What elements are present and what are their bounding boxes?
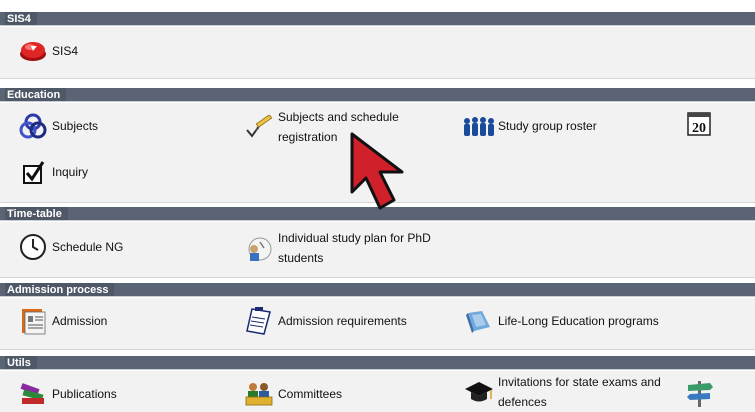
item-subjects[interactable]: Subjects [16, 111, 98, 141]
item-invitations-state-exams[interactable]: Invitations for state exams and defences [462, 372, 678, 412]
item-admission-requirements[interactable]: Admission requirements [242, 306, 407, 336]
clock-icon [16, 232, 50, 262]
item-signpost[interactable] [682, 377, 716, 407]
item-sis4[interactable]: SIS4 [16, 36, 78, 66]
calendar-icon: 20 [682, 109, 716, 139]
item-inquiry[interactable]: Inquiry [16, 157, 88, 187]
item-label: Subjects [52, 119, 99, 133]
clipboard-icon [242, 306, 276, 336]
graduation-cap-icon [462, 378, 496, 408]
section-body-time-table: Schedule NG Individual study plan for Ph… [0, 222, 755, 278]
section-body-utils: Publications Committees Invitations for … [0, 371, 755, 412]
study-plan-icon [242, 234, 276, 264]
item-committees[interactable]: Committees [242, 379, 342, 409]
item-label: Publications [52, 387, 117, 401]
item-individual-study-plan[interactable]: Individual study plan for PhD students [242, 228, 446, 268]
checkbox-icon [16, 157, 50, 187]
item-publications[interactable]: Publications [16, 379, 117, 409]
item-admission[interactable]: Admission [16, 306, 107, 336]
item-calendar[interactable]: 20 [682, 109, 716, 139]
item-subjects-schedule-registration[interactable]: Subjects and schedule registration [242, 107, 426, 147]
item-label: Study group roster [498, 119, 597, 133]
item-label: Inquiry [52, 165, 89, 179]
section-header-time-table: Time-table [0, 207, 755, 221]
item-label: Schedule NG [52, 240, 124, 254]
section-header-sis4: SIS4 [0, 12, 755, 26]
item-label: Committees [278, 387, 343, 401]
item-label: Individual study plan for PhD students [278, 231, 431, 265]
section-body-education: Subjects Subjects and schedule registrat… [0, 103, 755, 203]
section-header-education: Education [0, 88, 755, 102]
item-study-group-roster[interactable]: Study group roster [462, 111, 597, 141]
pencil-check-icon [242, 113, 276, 143]
blue-knot-icon [16, 111, 50, 141]
item-label: Life-Long Education programs [498, 314, 659, 328]
lifelong-education-icon [462, 306, 496, 336]
section-header-utils: Utils [0, 356, 755, 370]
item-label: Subjects and schedule registration [278, 110, 399, 144]
admission-icon [16, 306, 50, 336]
item-label: Admission requirements [278, 314, 407, 328]
books-icon [16, 379, 50, 409]
item-schedule-ng[interactable]: Schedule NG [16, 232, 123, 262]
section-header-admission-process: Admission process [0, 283, 755, 297]
item-label: SIS4 [52, 44, 79, 58]
red-button-icon [16, 36, 50, 66]
item-label: Invitations for state exams and defences [498, 375, 661, 409]
section-body-sis4: SIS4 [0, 27, 755, 79]
committee-icon [242, 379, 276, 409]
item-life-long-education[interactable]: Life-Long Education programs [462, 306, 659, 336]
item-label: Admission [52, 314, 108, 328]
section-body-admission-process: Admission Admission requirements Life-Lo… [0, 298, 755, 350]
people-group-icon [462, 111, 496, 141]
calendar-text: 20 [692, 121, 706, 136]
signpost-icon [682, 377, 716, 407]
